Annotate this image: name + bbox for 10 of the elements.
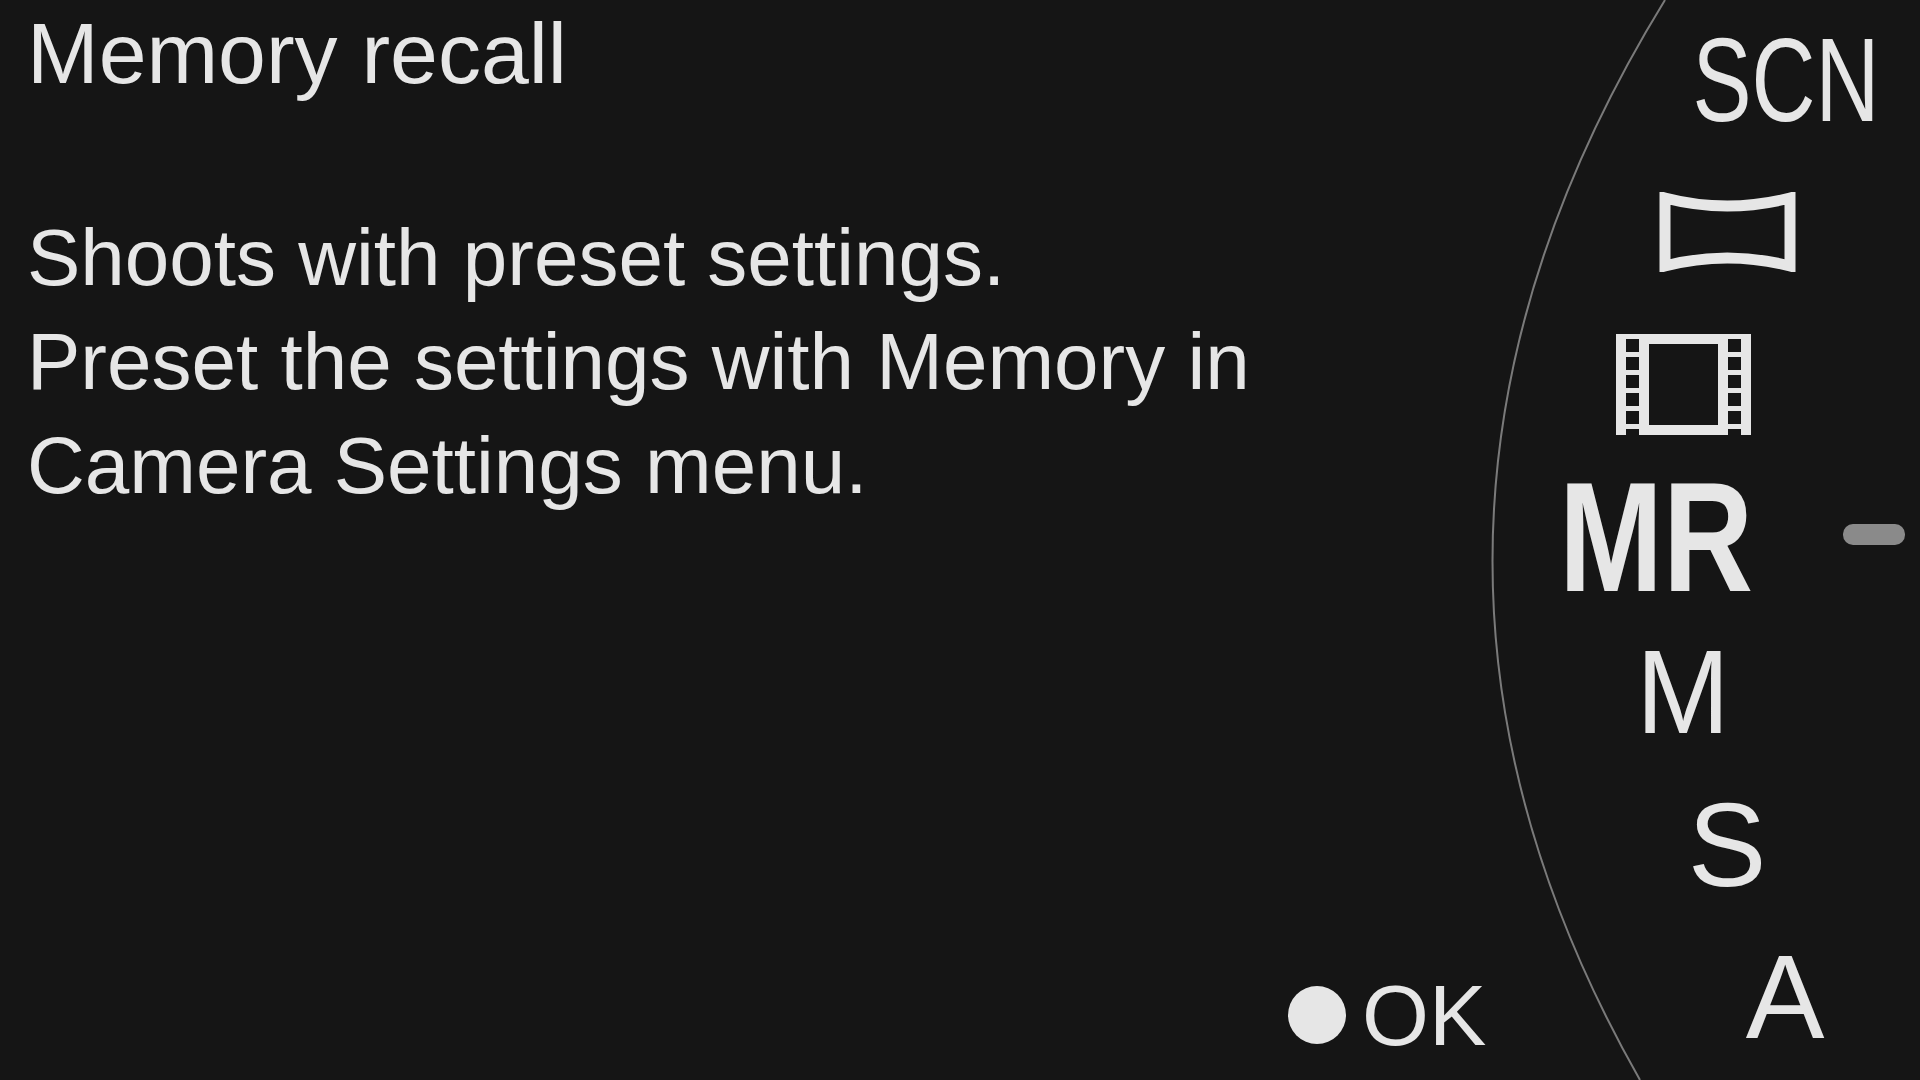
screen-title: Memory recall [27, 4, 568, 103]
center-button-icon [1288, 986, 1346, 1044]
dial-mode: M [1636, 633, 1730, 751]
mode-description: Shoots with preset settings. Preset the settings with Memory in Camera Settings menu. [27, 212, 1251, 512]
dial-mode: S [1687, 786, 1767, 904]
dial-mode: MR [1558, 459, 1754, 615]
dial-mode: A [1745, 938, 1825, 1056]
dial-pointer [1843, 524, 1905, 545]
dial-mode: SCN [1692, 21, 1880, 139]
ok-label: OK [1362, 972, 1487, 1058]
